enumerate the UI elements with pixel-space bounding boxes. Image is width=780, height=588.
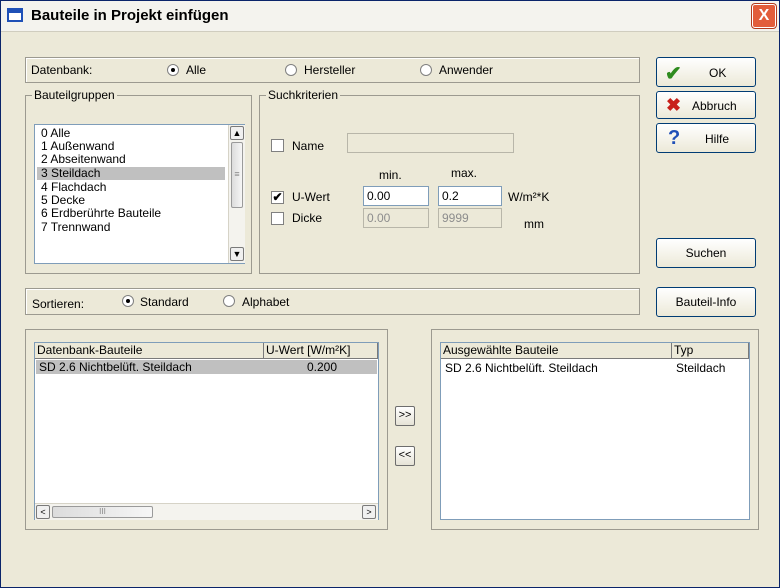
suchkriterien-legend: Suchkriterien — [266, 88, 341, 102]
uwert-checkbox[interactable]: ✔ — [271, 191, 284, 204]
uwert-min-input[interactable]: 0.00 — [363, 186, 429, 206]
table-row[interactable]: SD 2.6 Nichtbelüft. Steildach 0.200 — [36, 360, 377, 374]
datenbank-label: Datenbank: — [31, 63, 93, 77]
radio-hersteller-label[interactable]: Hersteller — [304, 63, 355, 77]
radio-alle-label[interactable]: Alle — [186, 63, 206, 77]
hilfe-button[interactable]: ? Hilfe — [656, 123, 756, 153]
radio-anwender-label[interactable]: Anwender — [439, 63, 493, 77]
scroll-down-icon[interactable]: ▼ — [230, 247, 244, 261]
window-title: Bauteile in Projekt einfügen — [31, 7, 229, 24]
uwert-max-input[interactable]: 0.2 — [438, 186, 502, 206]
datenbank-panel: Datenbank: Alle Hersteller Anwender — [25, 57, 640, 83]
radio-standard[interactable] — [122, 295, 134, 307]
radio-standard-label[interactable]: Standard — [140, 295, 189, 309]
list-item[interactable]: 6 Erdberührte Bauteile — [41, 207, 161, 220]
bauteilgruppen-legend: Bauteilgruppen — [32, 88, 117, 102]
scroll-left-icon[interactable]: < — [36, 505, 50, 519]
column-header-uwert[interactable]: U-Wert [W/m²K] — [264, 343, 378, 359]
sortieren-panel: Sortieren: Standard Alphabet — [25, 288, 640, 315]
name-input[interactable] — [347, 133, 514, 153]
dialog-window: Bauteile in Projekt einfügen X Datenbank… — [0, 0, 780, 588]
bauteilgruppen-list[interactable]: 0 Alle 1 Außenwand 2 Abseitenwand 3 Stei… — [34, 124, 245, 264]
suchkriterien-group: Suchkriterien Name min. max. ✔ U-Wert 0.… — [259, 88, 640, 274]
name-checkbox[interactable] — [271, 139, 284, 152]
datenbank-bauteile-group: Datenbank-Bauteile U-Wert [W/m²K] SD 2.6… — [25, 329, 388, 530]
question-mark-icon: ? — [668, 127, 681, 149]
scroll-right-icon[interactable]: > — [362, 505, 376, 519]
uwert-unit: W/m²*K — [508, 190, 550, 204]
checkmark-icon: ✔ — [665, 63, 682, 85]
ok-label: OK — [709, 66, 727, 80]
dicke-unit: mm — [524, 217, 544, 231]
column-header-ausgewaehlte-bauteile[interactable]: Ausgewählte Bauteile — [441, 343, 672, 359]
horizontal-scrollbar[interactable]: < III > — [35, 503, 378, 520]
min-label: min. — [379, 168, 402, 182]
datenbank-bauteile-list[interactable]: Datenbank-Bauteile U-Wert [W/m²K] SD 2.6… — [34, 342, 379, 520]
row-typ: Steildach — [676, 361, 726, 375]
suchen-button[interactable]: Suchen — [656, 238, 756, 268]
bauteilgruppen-group: Bauteilgruppen 0 Alle 1 Außenwand 2 Abse… — [25, 88, 252, 274]
table-row[interactable]: SD 2.6 Nichtbelüft. Steildach Steildach — [442, 361, 748, 375]
radio-alphabet[interactable] — [223, 295, 235, 307]
column-header-datenbank-bauteile[interactable]: Datenbank-Bauteile — [35, 343, 264, 359]
dicke-checkbox[interactable] — [271, 212, 284, 225]
list-item[interactable]: 7 Trennwand — [41, 221, 110, 234]
row-name: SD 2.6 Nichtbelüft. Steildach — [39, 360, 192, 374]
dicke-min-input[interactable]: 0.00 — [363, 208, 429, 228]
ausgewaehlte-bauteile-group: Ausgewählte Bauteile Typ SD 2.6 Nichtbel… — [431, 329, 759, 530]
scroll-thumb[interactable]: III — [52, 506, 153, 518]
hilfe-label: Hilfe — [705, 132, 730, 146]
radio-alphabet-label[interactable]: Alphabet — [242, 295, 289, 309]
title-bar: Bauteile in Projekt einfügen X — [1, 1, 779, 32]
dicke-max-input[interactable]: 9999 — [438, 208, 502, 228]
add-selected-button[interactable]: >> — [395, 406, 415, 426]
radio-hersteller[interactable] — [285, 64, 297, 76]
sortieren-label: Sortieren: — [32, 297, 85, 311]
radio-alle[interactable] — [167, 64, 179, 76]
ausgewaehlte-bauteile-list[interactable]: Ausgewählte Bauteile Typ SD 2.6 Nichtbel… — [440, 342, 750, 520]
list-item[interactable]: 2 Abseitenwand — [41, 153, 126, 166]
column-header-typ[interactable]: Typ — [672, 343, 749, 359]
remove-selected-button[interactable]: << — [395, 446, 415, 466]
scroll-up-icon[interactable]: ▲ — [230, 126, 244, 140]
uwert-label[interactable]: U-Wert — [292, 190, 330, 204]
list-item-selected[interactable]: 3 Steildach — [37, 167, 225, 180]
x-icon: ✖ — [666, 95, 682, 115]
window-icon — [7, 8, 23, 22]
row-uwert: 0.200 — [307, 360, 338, 374]
name-label[interactable]: Name — [292, 139, 324, 153]
radio-anwender[interactable] — [420, 64, 432, 76]
row-name: SD 2.6 Nichtbelüft. Steildach — [445, 361, 598, 375]
dicke-label[interactable]: Dicke — [292, 211, 322, 225]
ok-button[interactable]: ✔ OK — [656, 57, 756, 87]
max-label: max. — [451, 166, 478, 180]
scroll-thumb[interactable]: ≡ — [231, 142, 243, 208]
abbruch-button[interactable]: ✖ Abbruch — [656, 91, 756, 119]
bauteil-info-button[interactable]: Bauteil-Info — [656, 287, 756, 317]
close-button[interactable]: X — [752, 4, 776, 28]
vertical-scrollbar[interactable]: ▲ ≡ ▼ — [228, 125, 245, 263]
abbruch-label: Abbruch — [692, 99, 737, 113]
